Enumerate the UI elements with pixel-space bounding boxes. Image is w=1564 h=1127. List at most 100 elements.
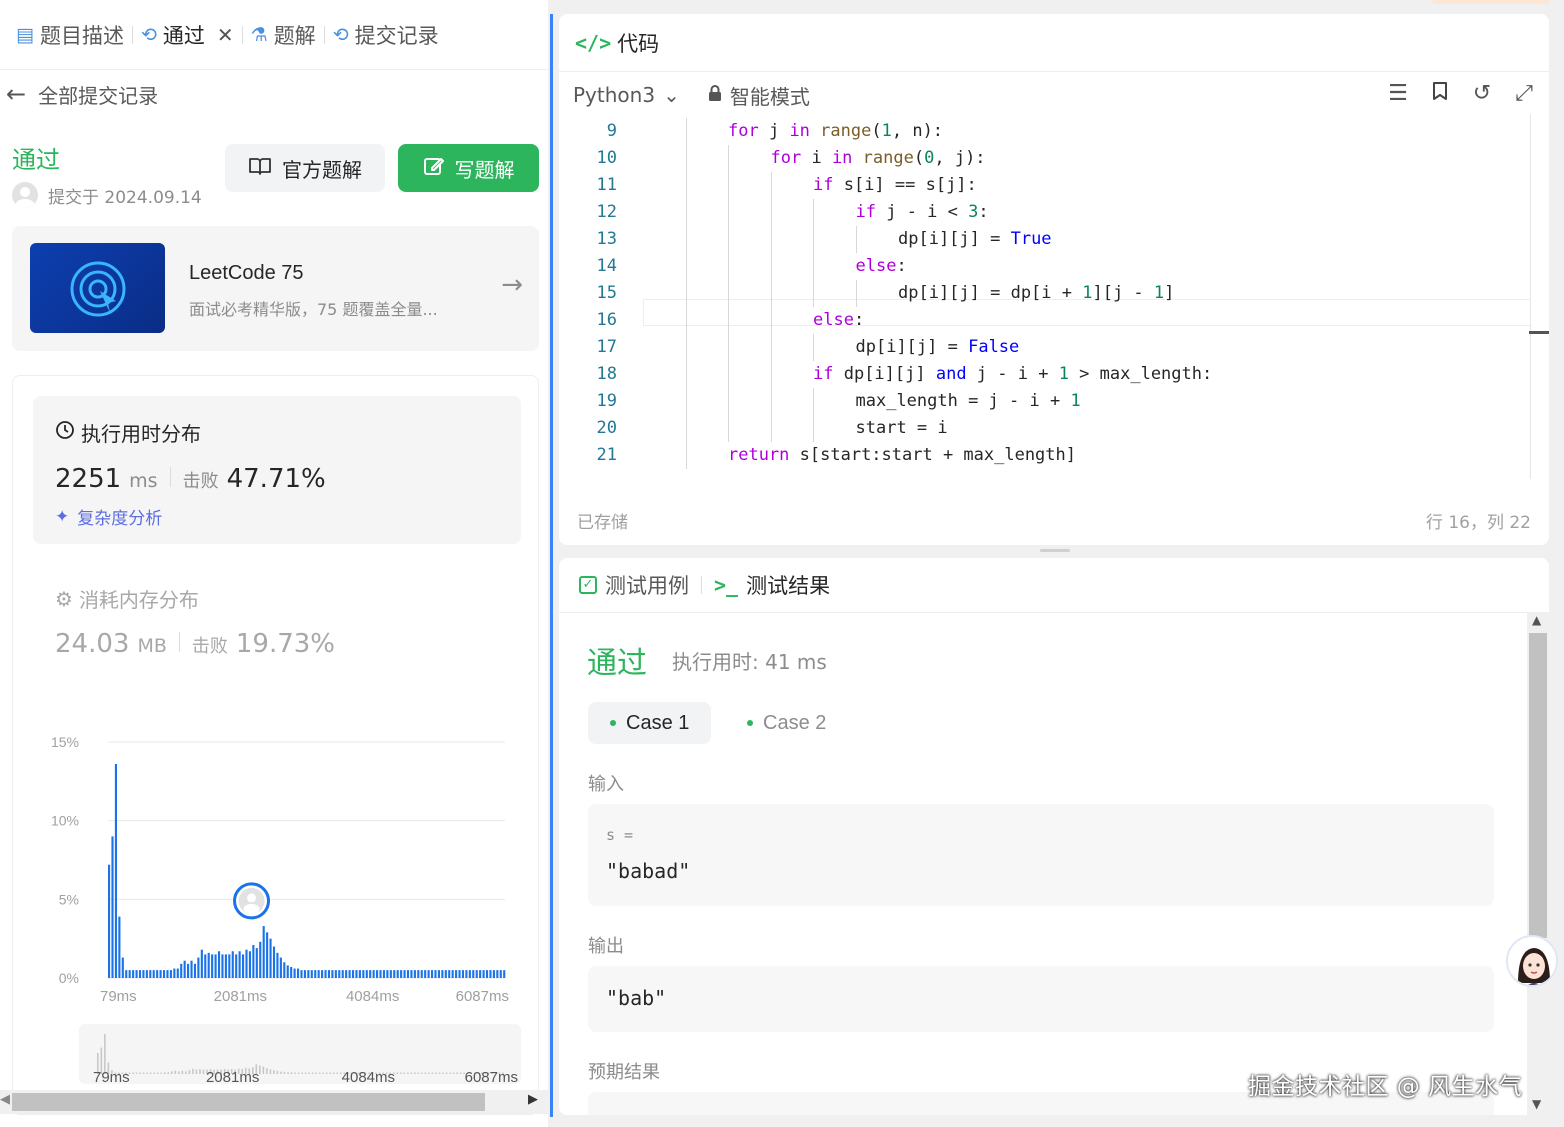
chart-bar[interactable] xyxy=(162,970,166,978)
chart-bar[interactable] xyxy=(156,970,159,978)
chart-bar[interactable] xyxy=(114,764,117,978)
chart-bar[interactable] xyxy=(272,946,276,978)
chart-bar[interactable] xyxy=(503,970,506,978)
chart-bar[interactable] xyxy=(259,941,262,978)
chart-bar[interactable] xyxy=(197,957,200,978)
chart-bar[interactable] xyxy=(437,970,440,978)
chart-bar[interactable] xyxy=(235,954,238,978)
chart-bar[interactable] xyxy=(389,970,392,978)
chart-bar[interactable] xyxy=(118,916,121,978)
bookmark-icon[interactable] xyxy=(1429,81,1451,107)
scrollbar-thumb[interactable] xyxy=(1529,633,1547,938)
chart-bar[interactable] xyxy=(348,970,351,978)
chart-bar[interactable] xyxy=(283,962,286,978)
tab-solutions[interactable]: ⚗ 题解 xyxy=(243,15,324,55)
chart-bar[interactable] xyxy=(245,949,248,978)
user-runtime-marker[interactable] xyxy=(233,882,271,920)
chart-bar[interactable] xyxy=(465,970,468,978)
chart-bar[interactable] xyxy=(310,970,313,978)
code-line[interactable]: 13 dp[i][j] = True xyxy=(559,226,1549,253)
chart-bar[interactable] xyxy=(406,970,410,978)
runtime-card[interactable]: 执行用时分布 2251 ms 击败 47.71% ✦ 复杂度分析 xyxy=(33,396,521,544)
chart-bar[interactable] xyxy=(485,970,489,978)
code-line[interactable]: 14 else: xyxy=(559,253,1549,280)
chart-bar[interactable] xyxy=(248,951,252,978)
chart-bar[interactable] xyxy=(193,963,197,978)
chart-bar[interactable] xyxy=(317,970,320,978)
chart-bar[interactable] xyxy=(180,963,183,978)
vertical-resize-handle[interactable] xyxy=(1040,549,1070,552)
tab-test-result[interactable]: >_ 测试结果 xyxy=(714,570,830,600)
chart-bar[interactable] xyxy=(417,970,420,978)
official-solution-button[interactable]: 官方题解 xyxy=(225,144,385,192)
code-area[interactable]: 9 for j in range(1, n): 10 for i in range(0… xyxy=(559,114,1549,474)
chart-bar[interactable] xyxy=(499,970,502,978)
chart-bar[interactable] xyxy=(327,970,331,978)
chart-bar[interactable] xyxy=(321,970,324,978)
chart-bar[interactable] xyxy=(468,970,471,978)
chart-bar[interactable] xyxy=(132,970,135,978)
chart-bar[interactable] xyxy=(334,970,337,978)
chart-bar[interactable] xyxy=(228,954,231,978)
chart-bar[interactable] xyxy=(266,932,269,978)
chart-bar[interactable] xyxy=(183,960,186,978)
chart-bar[interactable] xyxy=(458,970,461,978)
format-icon[interactable]: ☰ xyxy=(1387,81,1409,107)
write-solution-button[interactable]: 写题解 xyxy=(398,144,539,192)
chart-bar[interactable] xyxy=(448,970,451,978)
chart-bar[interactable] xyxy=(372,970,375,978)
chart-bar[interactable] xyxy=(121,957,124,978)
chart-bar[interactable] xyxy=(279,957,282,978)
chart-bar[interactable] xyxy=(221,954,224,978)
scroll-down-icon[interactable]: ▼ xyxy=(1532,1097,1541,1111)
chart-bar[interactable] xyxy=(400,970,403,978)
chart-bar[interactable] xyxy=(475,970,478,978)
chart-bar[interactable] xyxy=(430,970,434,978)
chart-bar[interactable] xyxy=(362,970,365,978)
chart-bar[interactable] xyxy=(427,970,430,978)
chart-bar[interactable] xyxy=(496,970,499,978)
code-line[interactable]: 10 for i in range(0, j): xyxy=(559,145,1549,172)
chart-bar[interactable] xyxy=(351,970,355,978)
code-line[interactable]: 9 for j in range(1, n): xyxy=(559,118,1549,145)
chart-bar[interactable] xyxy=(108,864,111,978)
scroll-up-icon[interactable]: ▲ xyxy=(1532,613,1541,627)
scrollbar-thumb[interactable] xyxy=(12,1093,485,1111)
scroll-right-icon[interactable]: ▶ xyxy=(528,1092,538,1107)
code-line[interactable]: 18 if dp[i][j] and j - i + 1 > max_length… xyxy=(559,361,1549,388)
complexity-analysis-link[interactable]: ✦ 复杂度分析 xyxy=(55,504,162,530)
chart-bar[interactable] xyxy=(365,970,368,978)
chart-bar[interactable] xyxy=(217,951,221,978)
chart-bar[interactable] xyxy=(314,970,317,978)
chart-bar[interactable] xyxy=(293,968,296,978)
chart-bar[interactable] xyxy=(424,970,427,978)
chart-bar[interactable] xyxy=(152,970,155,978)
chart-bar[interactable] xyxy=(479,970,482,978)
expand-icon[interactable]: ⤢ xyxy=(1513,81,1535,107)
chart-bar[interactable] xyxy=(169,970,172,978)
tab-submissions[interactable]: ⟲ 提交记录 xyxy=(325,15,447,55)
chart-bar[interactable] xyxy=(149,970,152,978)
case-1-button[interactable]: Case 1 xyxy=(588,702,712,744)
chart-bar[interactable] xyxy=(489,970,492,978)
code-line[interactable]: 19 max_length = j - i + 1 xyxy=(559,388,1549,415)
code-line[interactable]: 21 return s[start:start + max_length] xyxy=(559,442,1549,469)
chart-bar[interactable] xyxy=(386,970,389,978)
chart-bar[interactable] xyxy=(173,968,176,978)
chart-bar[interactable] xyxy=(176,968,179,978)
runtime-distribution-chart[interactable]: 15% 10% 5% 0% 79ms 2081ms 4084ms 6087ms xyxy=(13,716,540,1016)
memory-title[interactable]: ⚙ 消耗内存分布 xyxy=(55,584,199,613)
chart-bar[interactable] xyxy=(441,970,444,978)
chart-bar[interactable] xyxy=(303,970,306,978)
chart-bar[interactable] xyxy=(420,970,423,978)
chart-bar[interactable] xyxy=(358,970,361,978)
chart-bar[interactable] xyxy=(338,970,341,978)
chart-bar[interactable] xyxy=(200,949,203,978)
chart-bar[interactable] xyxy=(296,968,300,978)
close-icon[interactable]: ✕ xyxy=(217,23,234,47)
result-scrollbar[interactable]: ▲ ▼ xyxy=(1527,613,1549,1115)
reset-icon[interactable]: ↺ xyxy=(1471,81,1493,107)
chart-bar[interactable] xyxy=(379,970,382,978)
chart-bar[interactable] xyxy=(393,970,396,978)
code-line[interactable]: 20 start = i xyxy=(559,415,1549,442)
